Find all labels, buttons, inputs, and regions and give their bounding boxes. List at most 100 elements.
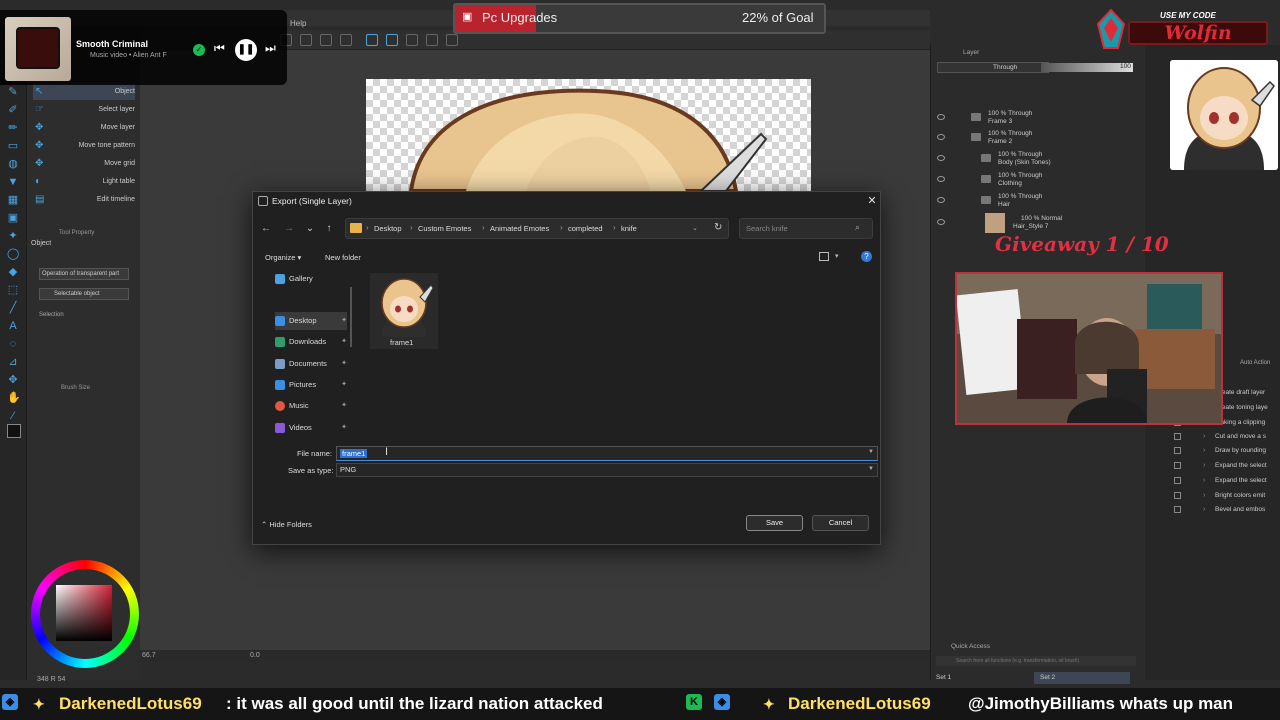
blend-mode-dropdown[interactable]: Through [937,62,1049,73]
search-icon[interactable]: ⌕ [855,222,860,233]
set2-tab[interactable]: Set 2 [1034,672,1130,684]
organize-button[interactable]: Organize ▾ [265,253,301,262]
checkbox[interactable] [1174,433,1181,440]
nav-scrollbar[interactable] [350,287,352,347]
eye-icon[interactable] [937,176,945,182]
bucket-icon[interactable]: ◆ [7,266,19,278]
grid-icon[interactable]: ▦ [7,194,19,206]
action-item[interactable]: › Draw by rounding [1170,444,1274,458]
toolbar-icon[interactable] [446,34,458,46]
main-color-swatch[interactable] [7,424,21,438]
nav-item-videos[interactable]: Videos ✦ [275,419,347,437]
action-item[interactable]: › Bevel and embos [1170,503,1274,517]
subtool-move-tone-pattern[interactable]: ✥ Move tone pattern [33,138,135,154]
fill-icon[interactable]: ▼ [7,176,19,188]
toolbar-icon[interactable] [366,34,378,46]
hand-icon[interactable]: ✋ [7,392,21,404]
ruler-icon[interactable]: ⊿ [7,356,19,368]
chevron-down-icon[interactable]: ▾ [835,252,839,260]
layer-row[interactable]: 100 % Through Frame 2 [931,128,1141,148]
checkbox[interactable] [1174,462,1181,469]
chevron-down-icon[interactable]: ▼ [868,449,874,455]
close-icon[interactable]: ✕ [866,194,878,207]
nav-item-gallery[interactable]: Gallery [275,270,347,288]
checkbox[interactable] [1174,447,1181,454]
action-item[interactable]: › Cut and move a s [1170,430,1274,444]
new-folder-button[interactable]: New folder [325,253,361,262]
toolbar-icon[interactable] [406,34,418,46]
color-square[interactable] [56,585,112,641]
text-icon[interactable]: A [7,320,19,332]
layer-row[interactable]: 100 % Through Frame 3 [931,108,1141,128]
pause-button[interactable]: ❚❚ [235,39,257,61]
nav-item-documents[interactable]: Documents ✦ [275,355,347,373]
action-item[interactable]: › Bright colors emit [1170,489,1274,503]
subtool-move-grid[interactable]: ✥ Move grid [33,156,135,172]
eye-icon[interactable] [937,155,945,161]
breadcrumb-desktop[interactable]: Desktop [374,224,402,233]
subtool-select-layer[interactable]: ☞ Select layer [33,102,135,118]
nav-item-desktop[interactable]: Desktop ✦ [275,312,347,330]
balloon-icon[interactable]: ◌ [7,338,19,350]
quick-access-search[interactable]: Search from all functions (e.g. transfor… [936,656,1136,666]
save-button[interactable]: Save [746,515,803,531]
layer-row[interactable]: 100 % Through Body (Skin Tones) [931,149,1141,169]
subtool-edit-timeline[interactable]: ▤ Edit timeline [33,192,135,208]
lasso-icon[interactable]: ◯ [7,248,19,260]
set1-tab[interactable]: Set 1 [936,674,951,681]
toolbar-icon[interactable] [300,34,312,46]
cancel-button[interactable]: Cancel [812,515,869,531]
save-as-type-select[interactable]: PNG [336,463,878,477]
eye-icon[interactable] [937,197,945,203]
action-item[interactable]: › Expand the select [1170,474,1274,488]
toolbar-icon[interactable] [426,34,438,46]
pen-icon[interactable]: ✎ [7,86,19,98]
layer-row[interactable]: 100 % Through Clothing [931,170,1141,190]
frame-icon[interactable]: ▣ [7,212,19,224]
star-icon[interactable]: ✦ [7,230,19,242]
next-track-icon[interactable]: ⏭ [265,41,276,56]
view-icon[interactable] [819,252,829,261]
eye-icon[interactable] [937,114,945,120]
nav-item-downloads[interactable]: Downloads ✦ [275,333,347,351]
breadcrumb-knife[interactable]: knife [621,224,637,233]
menu-help[interactable]: Help [290,19,306,28]
checkbox[interactable] [1174,477,1181,484]
previous-track-icon[interactable]: ⏮ [214,41,225,56]
eraser-icon[interactable]: ▭ [7,140,19,152]
brush-icon[interactable]: ✐ [7,104,19,116]
hide-folders-button[interactable]: ⌃ Hide Folders [261,520,312,529]
blend-icon[interactable]: ◍ [7,158,19,170]
subtool-move-layer[interactable]: ✥ Move layer [33,120,135,136]
selectable-object-dropdown[interactable]: Selectable object [39,288,129,300]
nav-item-pictures[interactable]: Pictures ✦ [275,376,347,394]
file-name-input[interactable]: frame1 [336,446,878,461]
toolbar-icon[interactable] [320,34,332,46]
back-icon[interactable]: ← [259,222,273,236]
toolbar-icon[interactable] [340,34,352,46]
breadcrumb-completed[interactable]: completed [568,224,603,233]
help-icon[interactable]: ? [861,251,872,262]
eye-icon[interactable] [937,219,945,225]
eye-icon[interactable] [937,134,945,140]
checkbox[interactable] [1174,492,1181,499]
toolbar-icon[interactable] [386,34,398,46]
recent-locations-icon[interactable]: ⌄ [303,222,317,236]
chevron-down-icon[interactable]: ⌄ [692,224,698,232]
subtool-light-table[interactable]: ◐ Light table [33,174,135,190]
chevron-down-icon[interactable]: ▼ [868,466,874,472]
subtool-object[interactable]: ↖ Object [33,84,135,100]
up-icon[interactable]: ↑ [322,222,336,236]
canvas[interactable] [366,79,811,191]
forward-icon[interactable]: → [282,222,296,236]
layer-row[interactable]: 100 % Through Hair [931,191,1141,211]
line-icon[interactable]: ╱ [7,302,19,314]
nav-item-music[interactable]: Music ✦ [275,397,347,415]
move-icon[interactable]: ✥ [7,374,19,386]
action-item[interactable]: › Expand the select [1170,459,1274,473]
eyedropper-icon[interactable]: ⁄ [7,410,19,422]
transparent-part-dropdown[interactable]: Operation of transparent part [39,268,129,280]
object-icon[interactable]: ⬚ [7,284,19,296]
pencil-icon[interactable]: ✏ [7,122,19,134]
breadcrumb-custom-emotes[interactable]: Custom Emotes [418,224,471,233]
